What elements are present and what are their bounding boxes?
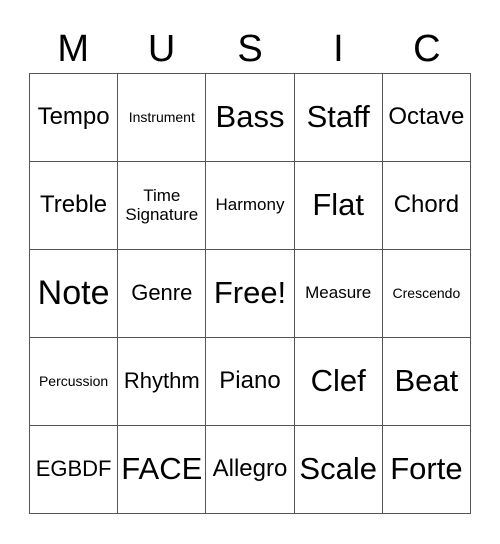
header-letter-m: M	[57, 28, 90, 70]
header-letter-i: I	[333, 28, 344, 70]
free-space-cell[interactable]: Free!	[206, 250, 295, 338]
bingo-cell[interactable]: Allegro	[206, 426, 295, 514]
bingo-cell[interactable]: Octave	[382, 74, 471, 162]
bingo-cell[interactable]: EGBDF	[30, 426, 119, 514]
bingo-cell[interactable]: Forte	[382, 426, 471, 514]
bingo-cell[interactable]: Clef	[294, 338, 383, 426]
header-letter-u: U	[147, 28, 176, 70]
bingo-cell[interactable]: Percussion	[30, 338, 119, 426]
bingo-header: M U S I C	[29, 26, 471, 73]
header-letter-s: S	[237, 28, 263, 70]
bingo-cell[interactable]: Staff	[294, 74, 383, 162]
bingo-cell[interactable]: Note	[30, 250, 119, 338]
bingo-card-grid: Tempo Instrument Bass Staff Octave Trebl…	[29, 73, 471, 514]
bingo-cell[interactable]: Beat	[382, 338, 471, 426]
bingo-cell[interactable]: Harmony	[206, 162, 295, 250]
bingo-cell[interactable]: Crescendo	[382, 250, 471, 338]
header-letter-c: C	[413, 28, 441, 70]
bingo-cell[interactable]: Flat	[294, 162, 383, 250]
bingo-cell[interactable]: Bass	[206, 74, 295, 162]
bingo-cell[interactable]: Chord	[382, 162, 471, 250]
bingo-cell[interactable]: Treble	[30, 162, 119, 250]
bingo-cell[interactable]: Genre	[118, 250, 207, 338]
bingo-cell[interactable]: Instrument	[118, 74, 207, 162]
bingo-cell[interactable]: Time Signature	[118, 162, 207, 250]
bingo-cell[interactable]: Piano	[206, 338, 295, 426]
bingo-cell[interactable]: Scale	[294, 426, 383, 514]
bingo-cell[interactable]: FACE	[118, 426, 207, 514]
bingo-cell[interactable]: Rhythm	[118, 338, 207, 426]
bingo-cell[interactable]: Tempo	[30, 74, 119, 162]
bingo-cell[interactable]: Measure	[294, 250, 383, 338]
